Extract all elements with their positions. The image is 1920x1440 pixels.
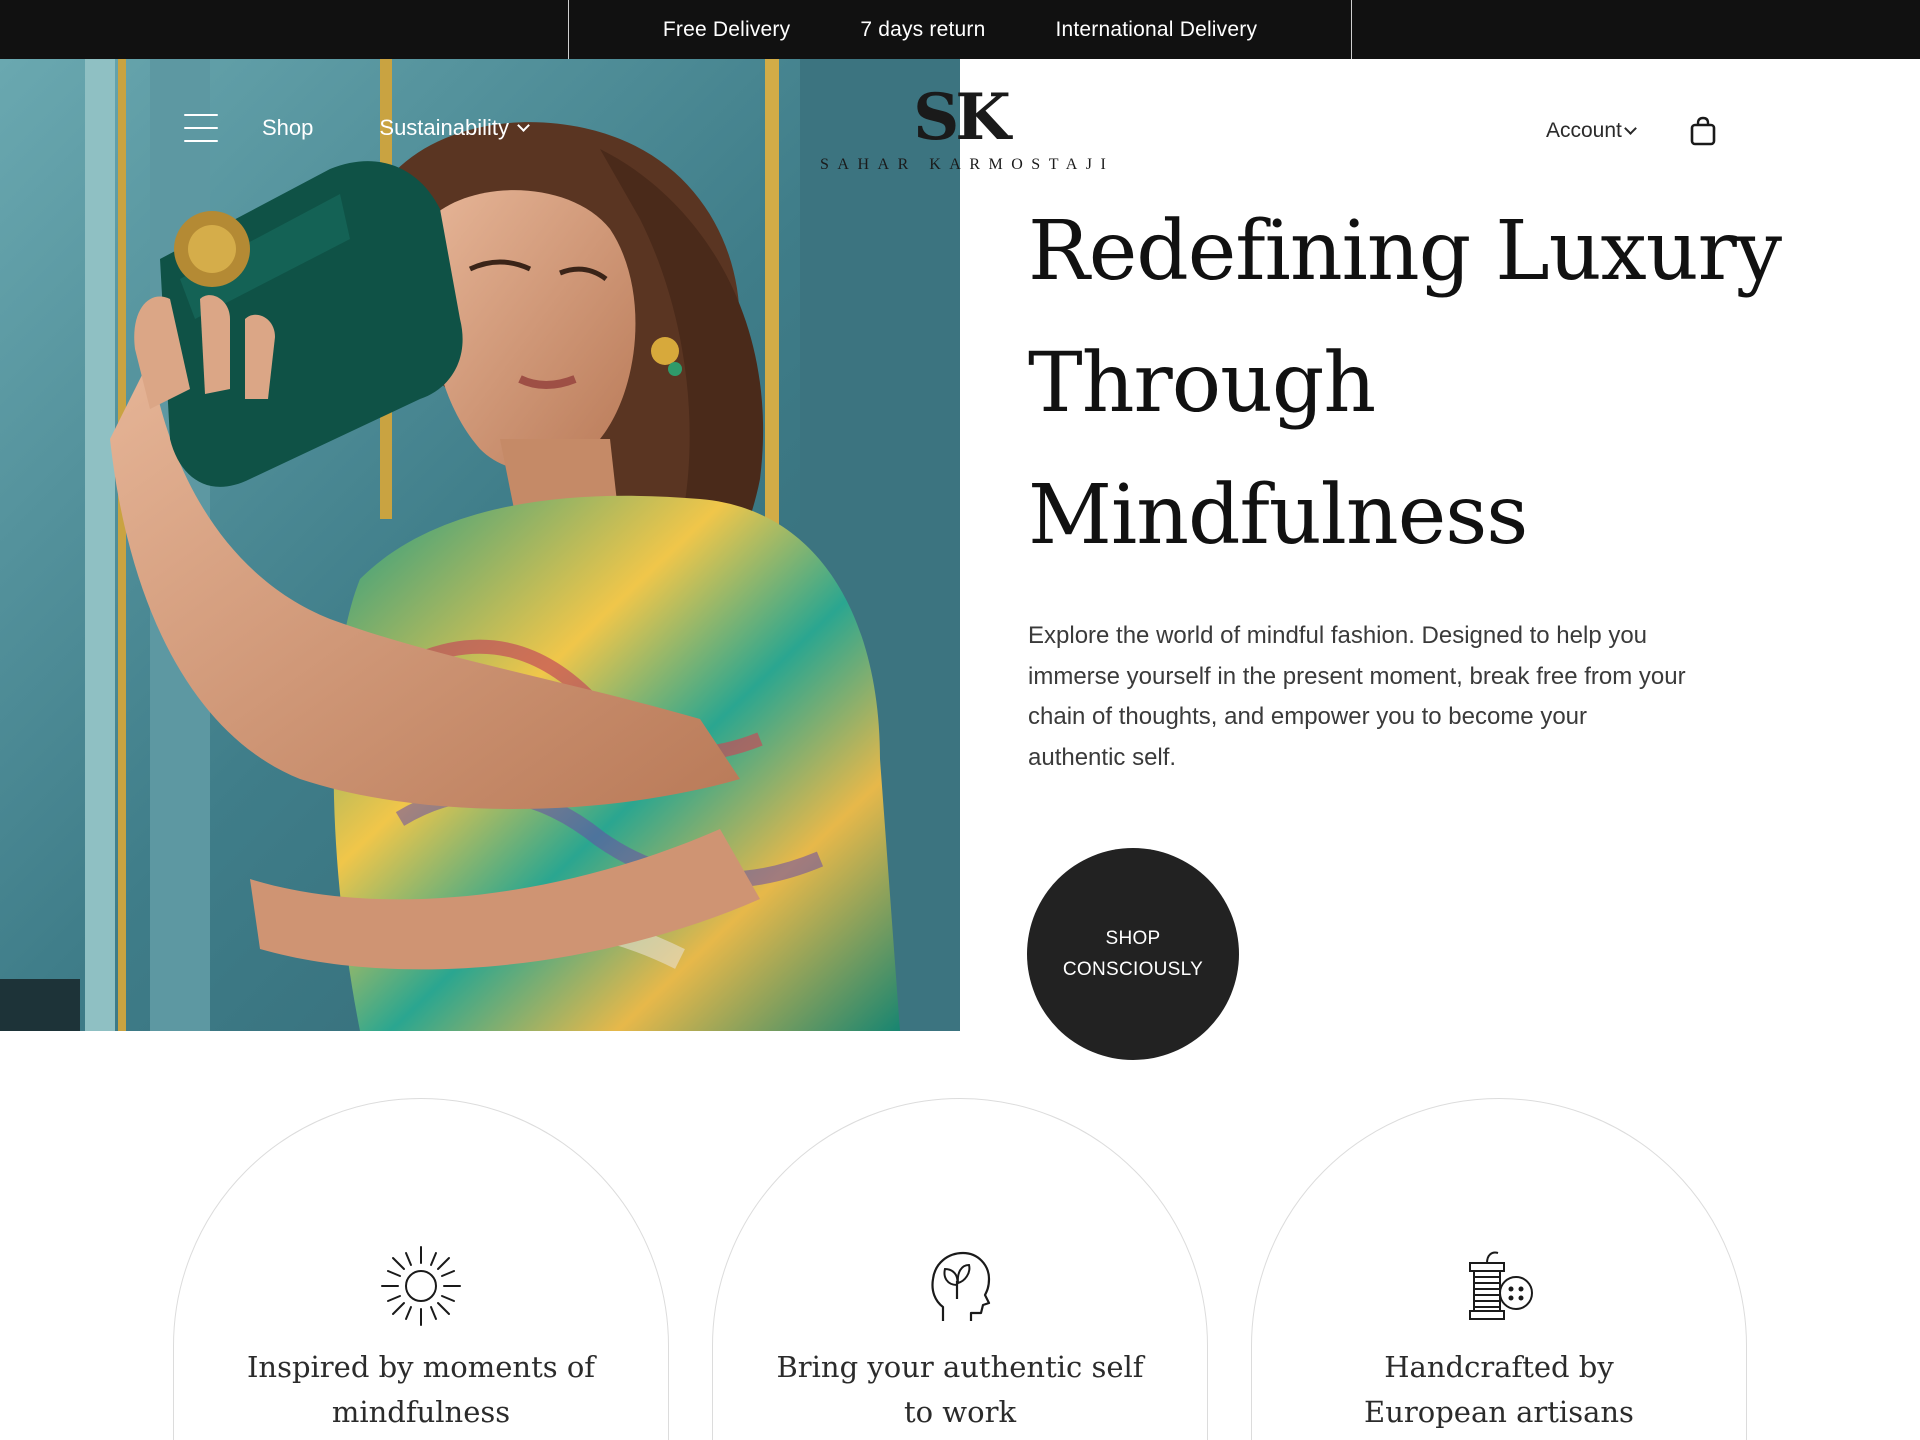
menu-icon[interactable] [184, 114, 218, 142]
hero-headline-line-1: Redefining Luxury [1028, 204, 1782, 299]
account-menu[interactable]: Account [1546, 119, 1637, 143]
feature-card: Inspired by moments of mindfulness [173, 1098, 669, 1440]
nav-sustainability-label: Sustainability [379, 115, 510, 140]
announcement-bar-inner: Free Delivery 7 days return Internationa… [568, 0, 1352, 59]
feature-card: Handcrafted by European artisans [1251, 1098, 1747, 1440]
hero-description: Explore the world of mindful fashion. De… [1028, 622, 1686, 771]
hero-headline-line-3: Mindfulness [1028, 468, 1528, 563]
sun-icon [381, 1246, 461, 1326]
logo-wordmark: SAHAR KARMOSTAJI [820, 156, 1115, 173]
returns-text: 7 days return [860, 17, 986, 41]
hero-headline: Redefining Luxury Through Mindfulness [1028, 186, 1888, 582]
free-delivery-text: Free Delivery [662, 17, 791, 41]
shop-consciously-button[interactable]: SHOP CONSCIOUSLY [1027, 848, 1239, 1060]
hero-image [0, 59, 960, 1031]
cta-line-2: CONSCIOUSLY [1062, 959, 1204, 980]
cta-line-1: SHOP [1105, 928, 1161, 949]
feature-label: Handcrafted by European artisans [1364, 1350, 1634, 1429]
chevron-down-icon [517, 118, 530, 132]
feature-label: Inspired by moments of mindfulness [246, 1350, 596, 1429]
primary-nav: Shop Sustainability [184, 114, 530, 142]
announcement-bar: Free Delivery 7 days return Internationa… [0, 0, 1920, 59]
chevron-down-icon [1624, 121, 1637, 135]
nav-sustainability-link[interactable]: Sustainability [379, 115, 530, 141]
nav-shop-link[interactable]: Shop [262, 115, 313, 141]
feature-card: Bring your authentic self to work [712, 1098, 1208, 1440]
feature-section: Inspired by moments of mindfulness Bring… [0, 1098, 1920, 1440]
shopping-bag-icon[interactable] [1689, 116, 1717, 146]
international-delivery-text: International Delivery [1055, 17, 1258, 41]
logo-monogram: SK [913, 80, 1011, 155]
account-label: Account [1546, 119, 1622, 142]
account-nav: Account [1546, 116, 1717, 146]
head-leaf-icon [931, 1251, 991, 1321]
brand-logo[interactable]: SK SAHAR KARMOSTAJI [820, 80, 1115, 174]
hero-headline-line-2: Through [1028, 336, 1376, 431]
feature-label: Bring your authentic self to work [776, 1350, 1144, 1429]
thread-spool-icon [1469, 1251, 1533, 1320]
